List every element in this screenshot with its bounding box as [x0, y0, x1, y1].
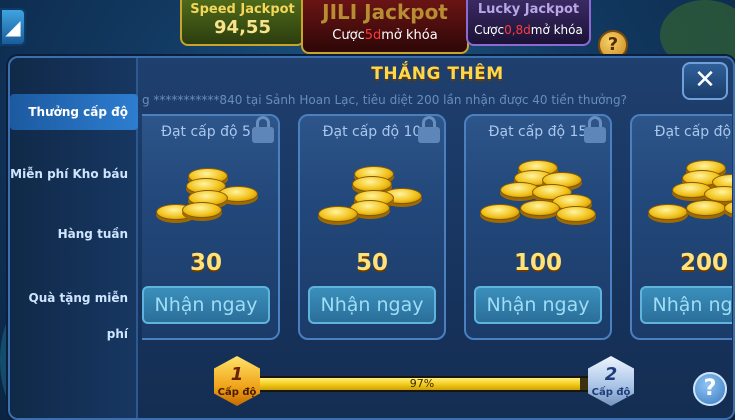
- sidebar: Thưởng cấp độ Miễn phí Kho báu Hàng tuần…: [10, 58, 138, 418]
- top-left-menu-button[interactable]: ◢: [0, 8, 26, 46]
- claim-button[interactable]: Nhận ngay: [640, 286, 732, 324]
- news-ticker: g ***********840 tại Sảnh Hoan Lạc, tiêu…: [142, 93, 628, 107]
- claim-button[interactable]: Nhận ngay: [142, 286, 270, 324]
- current-level-label: Cấp độ: [217, 387, 257, 398]
- jili-jackpot-title: JILI Jackpot: [322, 0, 448, 24]
- claim-button[interactable]: Nhận ngay: [474, 286, 602, 324]
- speed-jackpot-value: 94,55: [214, 17, 271, 38]
- card-amount: 30: [189, 250, 222, 276]
- reward-cards: Đạt cấp độ 5 30 Nhận ngay Đạt cấp độ 10: [142, 114, 732, 340]
- reward-panel: Thưởng cấp độ Miễn phí Kho báu Hàng tuần…: [8, 56, 735, 420]
- speed-jackpot-title: Speed Jackpot: [190, 2, 295, 17]
- reward-card: Đạt cấp độ 20 200 Nhận ngay: [630, 114, 732, 340]
- claim-button[interactable]: Nhận ngay: [308, 286, 436, 324]
- sidebar-item-free-gift[interactable]: Quà tặng miễn phí: [10, 280, 138, 341]
- coin-stack-icon: [646, 160, 732, 240]
- jili-jackpot[interactable]: JILI Jackpot Cược5dmở khóa: [301, 0, 469, 54]
- panel-header: THẮNG THÊM: [140, 58, 735, 92]
- panel-title: THẮNG THÊM: [371, 64, 504, 84]
- lock-icon: [418, 116, 440, 144]
- lucky-jackpot-title: Lucky Jackpot: [477, 2, 580, 17]
- coin-stack-icon: [148, 160, 266, 240]
- speed-jackpot: Speed Jackpot 94,55: [180, 0, 305, 46]
- current-level-number: 1: [230, 364, 244, 385]
- sidebar-item-level-reward[interactable]: Thưởng cấp độ: [10, 94, 138, 130]
- reward-card: Đạt cấp độ 15 100 Nhận ngay: [464, 114, 612, 340]
- next-level-label: Cấp độ: [591, 387, 631, 398]
- lucky-jackpot[interactable]: Lucky Jackpot Cược0,8dmở khóa: [466, 0, 591, 46]
- reward-card: Đạt cấp độ 10 50 Nhận ngay: [298, 114, 446, 340]
- coin-stack-icon: [480, 160, 598, 240]
- card-level-label: Đạt cấp độ 20: [654, 124, 732, 140]
- next-level-badge: 2 Cấp độ: [588, 356, 634, 406]
- progress-percent: 97%: [409, 377, 435, 390]
- coin-stack-icon: [314, 160, 432, 240]
- card-amount: 100: [513, 250, 562, 276]
- level-progress: 97% 1 Cấp độ 2 Cấp độ: [214, 356, 634, 408]
- lock-icon: [252, 116, 274, 144]
- reward-card: Đạt cấp độ 5 30 Nhận ngay: [142, 114, 280, 340]
- card-amount: 200: [679, 250, 728, 276]
- help-button[interactable]: ?: [693, 372, 727, 406]
- next-level-number: 2: [604, 364, 618, 385]
- card-amount: 50: [355, 250, 388, 276]
- sidebar-item-free-treasure[interactable]: Miễn phí Kho báu: [10, 156, 138, 192]
- lucky-jackpot-unlock: Cược0,8dmở khóa: [474, 23, 583, 37]
- lock-icon: [584, 116, 606, 144]
- jili-jackpot-unlock: Cược5dmở khóa: [332, 28, 438, 43]
- sidebar-item-weekly[interactable]: Hàng tuần: [10, 216, 138, 252]
- current-level-badge: 1 Cấp độ: [214, 356, 260, 406]
- menu-icon: ◢: [5, 15, 21, 39]
